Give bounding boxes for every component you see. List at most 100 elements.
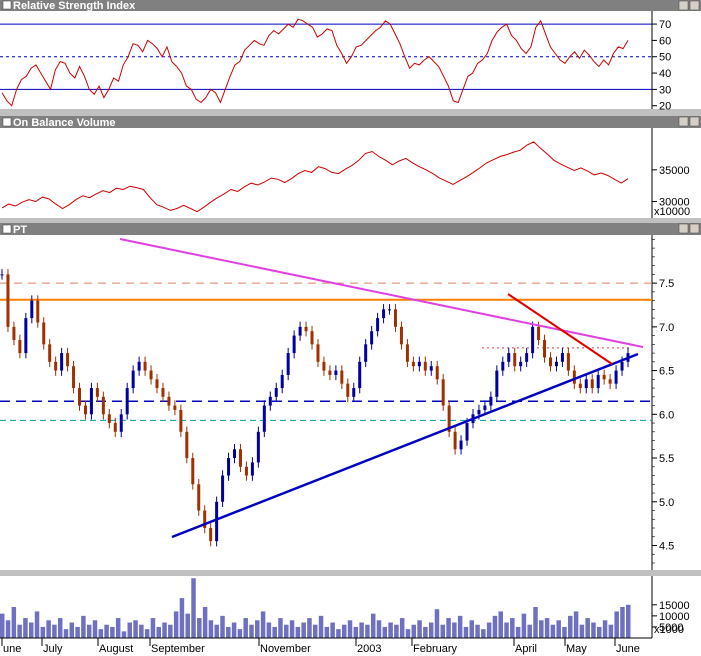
price-title: PT bbox=[13, 224, 27, 236]
y-tick-label: 5.5 bbox=[659, 453, 674, 465]
volume-bar bbox=[255, 620, 260, 638]
obv-title: On Balance Volume bbox=[13, 117, 116, 129]
candle-body bbox=[417, 361, 421, 367]
volume-bar bbox=[150, 618, 156, 638]
candle-body bbox=[256, 431, 260, 463]
close-button[interactable] bbox=[689, 223, 700, 234]
volume-bar bbox=[597, 626, 602, 638]
volume-bar bbox=[521, 613, 527, 638]
minimize-button[interactable] bbox=[678, 0, 689, 11]
volume-bar bbox=[284, 624, 289, 638]
candle-body bbox=[507, 353, 511, 362]
volume-bar bbox=[185, 613, 190, 638]
candle-body bbox=[197, 484, 201, 511]
volume-bar bbox=[359, 622, 364, 638]
candle-body bbox=[596, 374, 600, 389]
candle-body bbox=[66, 353, 70, 367]
close-button[interactable] bbox=[689, 0, 700, 11]
obv-unit-label: x10000 bbox=[654, 206, 690, 218]
volume-bar bbox=[28, 622, 34, 638]
volume-bar bbox=[428, 622, 434, 638]
candle-body bbox=[572, 370, 576, 384]
close-button[interactable] bbox=[689, 116, 700, 127]
candle-body bbox=[399, 326, 403, 345]
candle-body bbox=[131, 370, 135, 389]
volume-bar bbox=[168, 624, 173, 638]
x-month-label: August bbox=[99, 643, 133, 655]
candle-body bbox=[83, 405, 87, 415]
candle-body bbox=[60, 353, 64, 371]
volume-bar bbox=[231, 622, 237, 638]
candle-body bbox=[310, 331, 314, 345]
y-tick-label: 20 bbox=[659, 101, 671, 113]
volume-bar bbox=[110, 626, 115, 638]
volume-panel: 50001000015000 x1000 bbox=[0, 576, 701, 638]
volume-bar bbox=[127, 622, 133, 638]
candle-body bbox=[590, 379, 594, 389]
volume-bar bbox=[243, 618, 248, 638]
volume-bar bbox=[417, 620, 422, 638]
volume-bar bbox=[376, 620, 382, 638]
volume-bar bbox=[17, 624, 22, 638]
volume-bar bbox=[179, 598, 185, 638]
candle-body bbox=[89, 388, 93, 415]
candle-body bbox=[465, 423, 469, 441]
volume-bar bbox=[40, 626, 46, 638]
minimize-button[interactable] bbox=[678, 223, 689, 234]
volume-bar bbox=[86, 624, 92, 638]
x-month-label: September bbox=[151, 643, 205, 655]
rsi-panel: Relative Strength Index 20 30 40 50 60 70 bbox=[0, 0, 701, 113]
volume-bar bbox=[202, 607, 208, 638]
candle-body bbox=[376, 318, 380, 332]
candle-body bbox=[250, 462, 254, 476]
volume-bar bbox=[527, 624, 532, 638]
minimize-button[interactable] bbox=[678, 116, 689, 127]
candle-body bbox=[107, 414, 111, 424]
candle-body bbox=[519, 361, 523, 367]
volume-bar bbox=[388, 622, 393, 638]
candle-body bbox=[423, 361, 427, 371]
volume-bar bbox=[208, 620, 214, 638]
candle-body bbox=[584, 379, 588, 389]
candle-body bbox=[388, 309, 392, 311]
volume-bar bbox=[115, 618, 121, 638]
volume-bar bbox=[324, 626, 330, 638]
candle-body bbox=[72, 366, 76, 389]
volume-bar bbox=[602, 620, 608, 638]
y-tick-label: 30 bbox=[659, 84, 671, 96]
price-panel: PT 4.5 5.0 5.5 6.0 6.5 7.0 7.5 bbox=[0, 223, 701, 570]
candle-body bbox=[435, 366, 439, 380]
volume-bar bbox=[133, 620, 138, 638]
y-tick-label: 10000 bbox=[659, 611, 690, 623]
candle-body bbox=[543, 339, 547, 358]
y-tick-label: 70 bbox=[659, 19, 671, 31]
candle-body bbox=[548, 357, 552, 367]
volume-bar bbox=[156, 626, 161, 638]
y-tick-label: 15000 bbox=[659, 600, 690, 612]
volume-bar bbox=[440, 624, 446, 638]
candle-body bbox=[238, 449, 242, 467]
volume-bar bbox=[614, 611, 619, 638]
volume-bar bbox=[365, 624, 370, 638]
y-tick-label: 60 bbox=[659, 35, 671, 47]
candle-body bbox=[274, 388, 278, 397]
volume-bar bbox=[191, 578, 196, 638]
candle-body bbox=[30, 300, 34, 319]
candle-body bbox=[209, 528, 213, 542]
candle-body bbox=[173, 405, 177, 410]
candle-body bbox=[614, 370, 618, 384]
volume-bar bbox=[5, 620, 11, 638]
candle-body bbox=[6, 274, 10, 327]
volume-bar bbox=[620, 607, 625, 638]
candle-body bbox=[185, 431, 189, 459]
candle-body bbox=[620, 361, 624, 371]
volume-bar bbox=[57, 618, 63, 638]
volume-bar bbox=[307, 618, 312, 638]
volume-bar bbox=[533, 607, 538, 638]
y-tick-label: 7.0 bbox=[659, 322, 674, 334]
candle-body bbox=[233, 449, 237, 459]
candle-body bbox=[48, 344, 52, 362]
candle-body bbox=[346, 383, 350, 397]
candle-body bbox=[12, 326, 16, 340]
volume-bar bbox=[452, 622, 457, 638]
